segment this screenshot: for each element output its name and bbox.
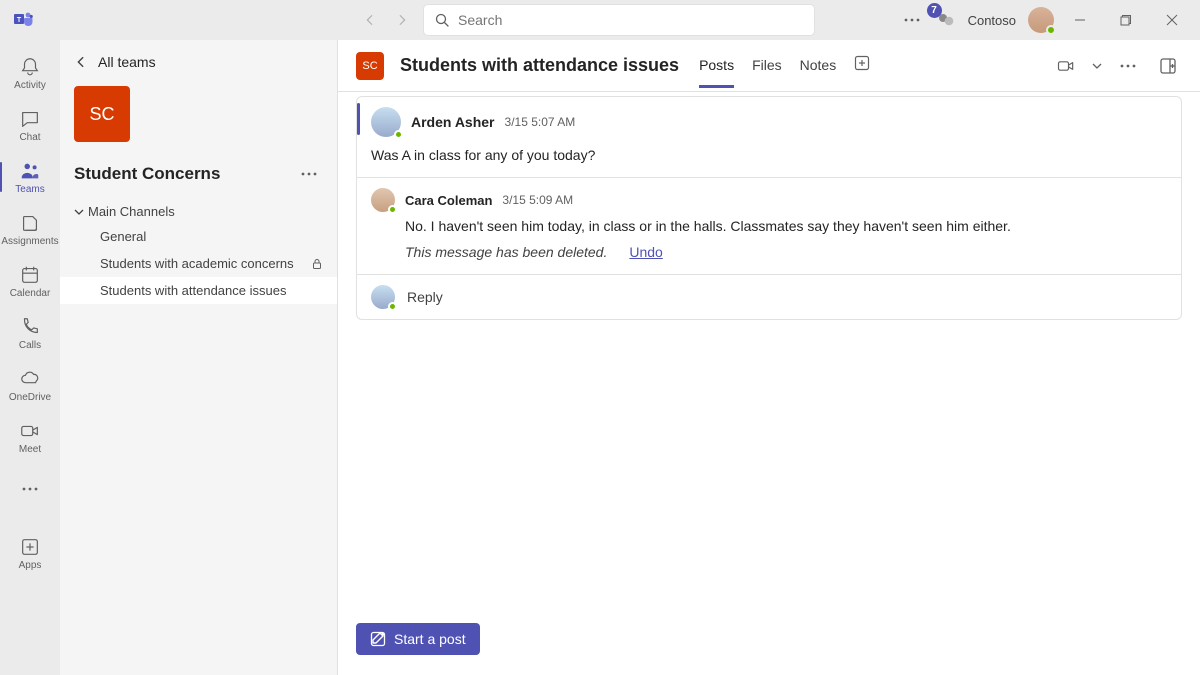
channel-tile: SC — [356, 52, 384, 80]
window-close-button[interactable] — [1152, 0, 1192, 40]
presence-indicator — [1046, 25, 1056, 35]
all-teams-button[interactable]: All teams — [60, 40, 337, 80]
tab-posts[interactable]: Posts — [699, 43, 734, 88]
rail-calendar[interactable]: Calendar — [0, 256, 60, 306]
svg-text:T: T — [17, 17, 22, 24]
user-avatar[interactable] — [1028, 7, 1054, 33]
presence-indicator — [394, 130, 403, 139]
self-avatar — [371, 285, 395, 309]
post-timestamp: 3/15 5:07 AM — [505, 115, 576, 129]
notifications-badge: 7 — [927, 3, 942, 18]
reply-label: Reply — [407, 289, 443, 305]
chevron-down-icon[interactable] — [1092, 61, 1102, 71]
teams-logo: T — [12, 8, 36, 32]
channel-general[interactable]: General — [60, 223, 337, 250]
reply-timestamp: 3/15 5:09 AM — [502, 193, 573, 207]
tab-files[interactable]: Files — [752, 43, 782, 88]
rail-assignments[interactable]: Assignments — [0, 204, 60, 254]
channel-academic-concerns[interactable]: Students with academic concerns — [60, 250, 337, 277]
team-tile[interactable]: SC — [74, 86, 130, 142]
caret-down-icon — [74, 207, 84, 217]
start-post-label: Start a post — [394, 631, 466, 647]
lock-icon — [311, 258, 323, 270]
post-author[interactable]: Arden Asher — [411, 114, 495, 130]
team-name[interactable]: Student Concerns — [74, 164, 220, 184]
nav-forward-button[interactable] — [388, 6, 416, 34]
title-bar: T 7 Contoso — [0, 0, 1200, 40]
post-card: Arden Asher 3/15 5:07 AM Was A in class … — [356, 96, 1182, 320]
open-pane-button[interactable] — [1154, 52, 1182, 80]
post-body: Was A in class for any of you today? — [357, 137, 1181, 177]
unread-strip — [357, 103, 360, 135]
meet-button[interactable] — [1052, 52, 1080, 80]
content-pane: SC Students with attendance issues Posts… — [338, 40, 1200, 675]
presence-indicator — [388, 205, 397, 214]
reply-button[interactable]: Reply — [357, 274, 1181, 319]
rail-meet[interactable]: Meet — [0, 412, 60, 462]
window-minimize-button[interactable] — [1060, 0, 1100, 40]
reply-body: No. I haven't seen him today, in class o… — [371, 212, 1167, 234]
deleted-message-label: This message has been deleted. — [405, 244, 607, 260]
reply-author-avatar[interactable] — [371, 188, 395, 212]
search-box[interactable] — [424, 5, 814, 35]
rail-teams[interactable]: Teams — [0, 152, 60, 202]
rail-calls[interactable]: Calls — [0, 308, 60, 358]
app-rail: Activity Chat Teams Assignments Calendar… — [0, 40, 60, 675]
team-more-button[interactable] — [295, 160, 323, 188]
rail-apps[interactable]: Apps — [0, 528, 60, 578]
channel-group-label: Main Channels — [88, 204, 175, 219]
channel-sidepanel: All teams SC Student Concerns Main Chann… — [60, 40, 338, 675]
window-maximize-button[interactable] — [1106, 0, 1146, 40]
rail-onedrive[interactable]: OneDrive — [0, 360, 60, 410]
add-tab-button[interactable] — [854, 43, 870, 88]
chevron-left-icon — [74, 55, 88, 69]
author-avatar[interactable] — [371, 107, 401, 137]
channel-attendance-issues[interactable]: Students with attendance issues — [60, 277, 337, 304]
channel-more-button[interactable] — [1114, 52, 1142, 80]
compose-icon — [370, 631, 386, 647]
reply-author[interactable]: Cara Coleman — [405, 193, 492, 208]
search-input[interactable] — [458, 12, 804, 28]
search-icon — [434, 12, 450, 28]
tab-notes[interactable]: Notes — [800, 43, 837, 88]
undo-link[interactable]: Undo — [629, 244, 662, 260]
channel-header: SC Students with attendance issues Posts… — [338, 40, 1200, 92]
rail-activity[interactable]: Activity — [0, 48, 60, 98]
rail-chat[interactable]: Chat — [0, 100, 60, 150]
all-teams-label: All teams — [98, 54, 156, 70]
org-name[interactable]: Contoso — [968, 13, 1016, 28]
nav-back-button[interactable] — [356, 6, 384, 34]
notifications-button[interactable]: 7 — [932, 6, 960, 34]
presence-indicator — [388, 302, 397, 311]
channel-group-toggle[interactable]: Main Channels — [60, 200, 337, 223]
start-post-button[interactable]: Start a post — [356, 623, 480, 655]
channel-title: Students with attendance issues — [400, 55, 679, 76]
rail-more[interactable] — [0, 464, 60, 514]
reply-item: Cara Coleman 3/15 5:09 AM No. I haven't … — [357, 177, 1181, 274]
more-button[interactable] — [898, 6, 926, 34]
